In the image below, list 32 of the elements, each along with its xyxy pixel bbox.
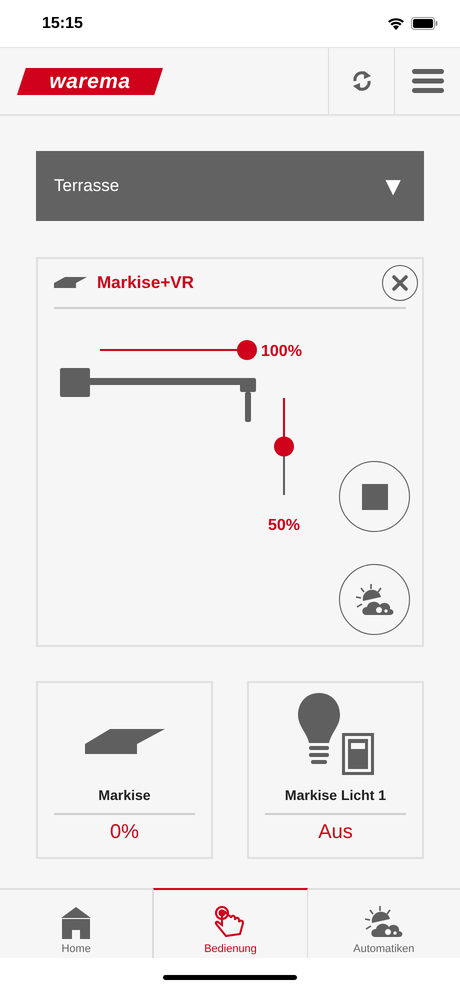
device-title: Markise+VR xyxy=(97,273,195,293)
device-status: Aus xyxy=(318,821,353,844)
device-tile[interactable]: Markise Licht 1 Aus xyxy=(247,681,424,859)
room-dropdown[interactable]: Terrasse ▼ xyxy=(36,151,424,221)
awning-icon xyxy=(84,729,164,755)
close-button[interactable] xyxy=(382,265,418,301)
device-tile[interactable]: Markise 0% xyxy=(36,681,213,859)
battery-icon xyxy=(411,17,438,30)
status-time: 15:15 xyxy=(42,14,83,32)
hand-tap-icon xyxy=(214,905,246,939)
drop-slider[interactable] xyxy=(274,398,294,495)
slider-reading: 100% xyxy=(261,343,302,360)
stop-button[interactable] xyxy=(339,461,410,532)
close-icon xyxy=(392,275,408,291)
refresh-icon xyxy=(350,69,372,93)
device-status: 0% xyxy=(110,821,139,844)
extension-slider[interactable] xyxy=(100,340,257,360)
menu-icon xyxy=(412,69,444,93)
home-indicator[interactable] xyxy=(163,974,297,980)
light-bulb-switch-icon xyxy=(298,693,374,775)
wifi-icon xyxy=(387,17,405,30)
awning-icon xyxy=(54,277,87,289)
device-name: Markise xyxy=(98,787,151,805)
automatic-button[interactable] xyxy=(339,564,410,635)
stop-icon xyxy=(362,484,388,510)
slider-reading: 50% xyxy=(268,517,300,534)
device-name: Markise Licht 1 xyxy=(284,787,386,805)
sun-cloud-gear-icon xyxy=(354,582,394,616)
sun-cloud-gear-icon xyxy=(364,905,404,939)
logo: warema xyxy=(17,68,163,95)
nav-tab[interactable]: Automatiken xyxy=(308,888,460,958)
house-icon xyxy=(61,907,92,939)
